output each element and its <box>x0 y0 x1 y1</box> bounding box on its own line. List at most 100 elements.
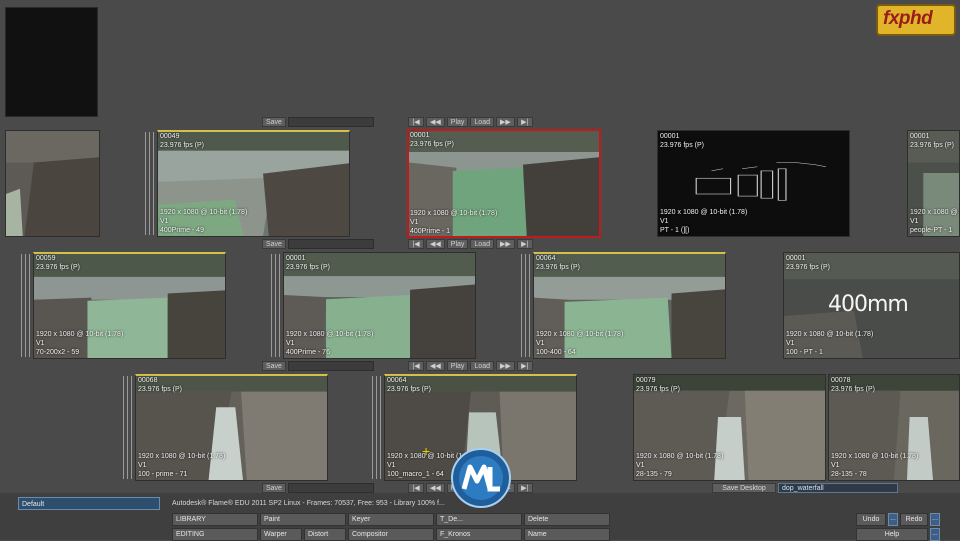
help-list-button[interactable]: ... <box>930 528 940 541</box>
save-bar-row3: Save <box>262 361 374 371</box>
step-back-button[interactable]: ◀◀ <box>426 117 445 127</box>
clip-00001-row2[interactable]: 00001 23.976 fps (P) 1920 x 1080 @ 10-bit… <box>271 252 476 359</box>
transport-bar-row2: |◀ ◀◀ Play Load ▶▶ ▶| <box>408 239 533 249</box>
clip-00001-400mm[interactable]: 400mm 00001 23.976 fps (P) 1920 x 1080 @ … <box>783 252 960 359</box>
menu-keyer[interactable]: Keyer <box>348 513 434 526</box>
clip-name: 400Prime - 76 <box>286 349 330 356</box>
play-button[interactable]: Play <box>446 117 469 127</box>
rewind-button[interactable]: |◀ <box>408 483 424 493</box>
annotation-text: 400mm <box>828 292 909 317</box>
step-back-button[interactable]: ◀◀ <box>426 239 445 249</box>
clip-name: 400Prime - 1 <box>410 228 451 235</box>
clip-id: 00049 <box>160 133 180 140</box>
clip-fps: 23.976 fps (P) <box>286 264 330 271</box>
clip-track: V1 <box>636 462 645 469</box>
step-back-button[interactable]: ◀◀ <box>426 361 445 371</box>
clip-resolution: 1920 x 1080 @ 10-bit (1.78) <box>910 209 960 216</box>
menu-delete[interactable]: Delete <box>524 513 610 526</box>
clip-00078[interactable]: 00078 23.976 fps (P) 1920 x 1080 @ 10-bit… <box>828 374 960 481</box>
menu-compositor[interactable]: Compositor <box>348 528 434 541</box>
rewind-button[interactable]: |◀ <box>408 361 424 371</box>
clip-resolution: 1920 x 1080 @ 10-bit (1.78) <box>786 331 874 338</box>
clip-track: V1 <box>36 340 45 347</box>
save-button[interactable]: Save <box>262 239 286 249</box>
clip-resolution: 1920 x 1080 @ 10-bit (1.78) <box>138 453 226 460</box>
clip-00068[interactable]: 00068 23.976 fps (P) 1920 x 1080 @ 10-bit… <box>123 374 328 481</box>
clip-00001-selected[interactable]: 00001 23.976 fps (P) 1920 x 1080 @ 10-bit… <box>407 129 601 238</box>
clip-track: V1 <box>786 340 795 347</box>
menu-t-de[interactable]: T_De... <box>436 513 522 526</box>
to-end-button[interactable]: ▶| <box>516 361 533 371</box>
help-button[interactable]: Help <box>856 528 928 541</box>
clip-00079[interactable]: 00079 23.976 fps (P) 1920 x 1080 @ 10-bit… <box>633 374 826 481</box>
clip-resolution: 1920 x 1080 @ 10-bit (1.78) <box>286 331 374 338</box>
desktop-name-field[interactable]: dop_waterfall <box>778 483 898 493</box>
clip-track: V1 <box>160 218 169 225</box>
menu-name[interactable]: Name <box>524 528 610 541</box>
to-end-button[interactable]: ▶| <box>516 483 533 493</box>
clip-resolution: 1920 x 1080 @ 10-bit (1.78) <box>36 331 124 338</box>
save-bar-row1: Save <box>262 117 374 127</box>
clip-00064-row2[interactable]: 00064 23.976 fps (P) 1920 x 1080 @ 10-bit… <box>521 252 726 359</box>
rewind-button[interactable]: |◀ <box>408 239 424 249</box>
load-button[interactable]: Load <box>470 361 494 371</box>
clip-id: 00001 <box>786 255 806 262</box>
clip-resolution: 1920 x 1080 @ 10-bit (1.78) <box>160 209 248 216</box>
to-end-button[interactable]: ▶| <box>516 239 533 249</box>
play-button[interactable]: Play <box>446 239 469 249</box>
step-forward-button[interactable]: ▶▶ <box>495 117 515 127</box>
menu-f-kronos[interactable]: F_Kronos <box>436 528 522 541</box>
save-name-field[interactable] <box>287 483 374 493</box>
clip-fps: 23.976 fps (P) <box>910 142 954 149</box>
menu-paint[interactable]: Paint <box>260 513 346 526</box>
undo-list-button[interactable]: ... <box>888 513 898 526</box>
clip-id: 00064 <box>387 377 407 384</box>
redo-list-button[interactable]: ... <box>930 513 940 526</box>
save-name-field[interactable] <box>287 239 374 249</box>
crosshair-cursor-icon: + <box>422 443 431 459</box>
save-button[interactable]: Save <box>262 117 286 127</box>
clip-fps: 23.976 fps (P) <box>831 386 875 393</box>
clip-fps: 23.976 fps (P) <box>636 386 680 393</box>
clip-name: PT - 1 (][) <box>660 227 690 234</box>
rewind-button[interactable]: |◀ <box>408 117 424 127</box>
menu-library[interactable]: LIBRARY <box>172 513 258 526</box>
clip-track: V1 <box>138 462 147 469</box>
clip-track: V1 <box>536 340 545 347</box>
save-desktop-button[interactable]: Save Desktop <box>712 483 776 493</box>
save-bar-row2: Save <box>262 239 374 249</box>
clip-name: 28-135 - 79 <box>636 471 672 478</box>
clip-00049[interactable]: 00049 23.976 fps (P) 1920 x 1080 @ 10-bit… <box>145 130 350 237</box>
menu-editing[interactable]: EDITING <box>172 528 258 541</box>
menu-warper[interactable]: Warper <box>260 528 302 541</box>
clip-00001-sketch[interactable]: 00001 23.976 fps (P) 1920 x 1080 @ 10-bit… <box>657 130 850 237</box>
clip-00059[interactable]: 00059 23.976 fps (P) 1920 x 1080 @ 10-bit… <box>21 252 226 359</box>
step-forward-button[interactable]: ▶▶ <box>495 239 515 249</box>
clip-id: 00064 <box>536 255 556 262</box>
step-back-button[interactable]: ◀◀ <box>426 483 445 493</box>
load-button[interactable]: Load <box>470 117 494 127</box>
clip-partial-left[interactable] <box>5 130 100 237</box>
clip-resolution: 1920 x 1080 @ 10-bit (1.78) <box>660 209 748 216</box>
clip-name: 400Prime - 49 <box>160 227 204 234</box>
save-button[interactable]: Save <box>262 483 286 493</box>
clip-thumbnail <box>5 130 100 237</box>
menu-distort[interactable]: Distort <box>304 528 346 541</box>
load-button[interactable]: Load <box>470 239 494 249</box>
to-end-button[interactable]: ▶| <box>516 117 533 127</box>
desktop-selector[interactable]: Default <box>18 497 160 510</box>
clip-id: 00001 <box>410 132 430 139</box>
clip-00001-people[interactable]: 00001 23.976 fps (P) 1920 x 1080 @ 10-bit… <box>907 130 960 237</box>
clip-name: 70-200x2 - 59 <box>36 349 80 356</box>
clip-resolution: 1920 x 1080 @ 10-bit (1.78) <box>410 210 498 217</box>
clip-track: V1 <box>910 218 919 225</box>
save-name-field[interactable] <box>287 361 374 371</box>
undo-button[interactable]: Undo <box>856 513 886 526</box>
play-button[interactable]: Play <box>446 361 469 371</box>
save-name-field[interactable] <box>287 117 374 127</box>
save-button[interactable]: Save <box>262 361 286 371</box>
status-info: Autodesk® Flame® EDU 2011 SP2 Linux - Fr… <box>172 500 445 507</box>
clip-resolution: 1920 x 1080 @ 10-bit (1.78) <box>831 453 919 460</box>
step-forward-button[interactable]: ▶▶ <box>495 361 515 371</box>
redo-button[interactable]: Redo <box>900 513 928 526</box>
